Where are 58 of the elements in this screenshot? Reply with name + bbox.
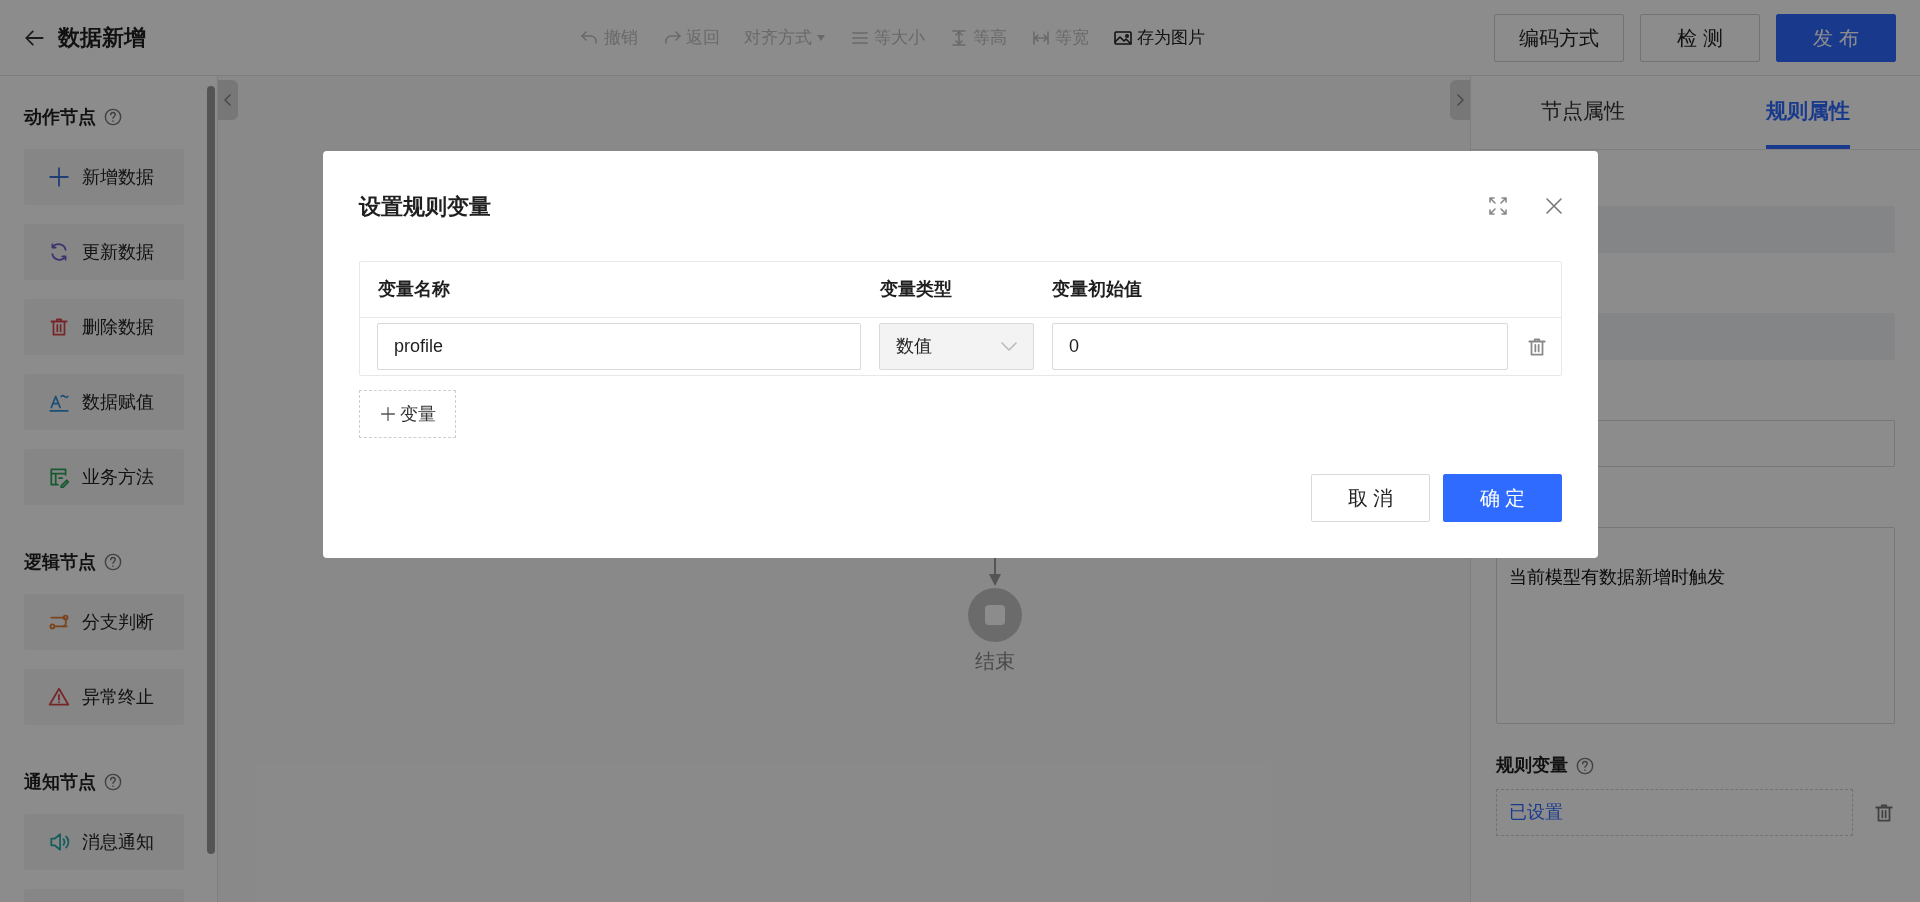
flow-arrow [988, 558, 1002, 588]
collapse-handle[interactable] [218, 80, 238, 120]
node-item[interactable]: 删除数据 [24, 299, 184, 355]
section-title: 动作节点 [24, 105, 96, 129]
close-icon [1544, 196, 1564, 216]
action-button[interactable]: 检 测 [1640, 13, 1760, 62]
maximize-button[interactable] [1488, 196, 1508, 216]
help-icon [104, 553, 122, 571]
equal-height-icon [949, 27, 969, 48]
tab[interactable]: 节点属性 [1471, 76, 1696, 149]
delete-button[interactable] [1526, 335, 1548, 358]
chevron-down-icon [1001, 341, 1017, 352]
page-title: 数据新增 [58, 24, 146, 52]
toolbar-button[interactable]: 存为图片 [1113, 24, 1205, 51]
chevron-left-icon [223, 93, 233, 107]
section-title: 逻辑节点 [24, 550, 96, 574]
plus-icon [48, 166, 70, 188]
end-node-icon[interactable] [968, 588, 1022, 642]
confirm-button[interactable]: 确 定 [1443, 474, 1562, 522]
column-header: 变量初始值 [1052, 278, 1143, 301]
caret-icon [816, 33, 826, 42]
section-title: 通知节点 [24, 770, 96, 794]
trash-icon [1873, 801, 1895, 824]
column-header: 变量类型 [880, 278, 953, 301]
variables-field[interactable]: 已设置 [1496, 789, 1853, 836]
maximize-icon [1488, 196, 1508, 216]
cancel-button[interactable]: 取 消 [1311, 474, 1430, 522]
input-field[interactable]: 0 [1052, 323, 1508, 370]
add-variable-button[interactable]: 变量 [359, 390, 456, 438]
node-item[interactable]: 分支判断 [24, 594, 184, 650]
help-icon [104, 108, 122, 126]
node-item[interactable]: 新增数据 [24, 149, 184, 205]
node-item[interactable]: 更新数据 [24, 224, 184, 280]
publish-button[interactable]: 发 布 [1776, 13, 1896, 62]
plus-icon [379, 406, 396, 422]
close-button[interactable] [1544, 196, 1564, 216]
input-field[interactable]: profile [377, 323, 861, 370]
tab[interactable]: 规则属性 [1695, 76, 1920, 149]
help-icon [104, 773, 122, 791]
warning-icon [48, 686, 70, 708]
column-header: 变量名称 [377, 278, 451, 301]
node-item[interactable]: 业务方法 [24, 449, 184, 505]
node-item[interactable]: 消息通知 [24, 814, 184, 870]
trash-icon [1526, 335, 1548, 358]
dialog-title: 设置规则变量 [359, 192, 491, 221]
delete-button[interactable] [1873, 801, 1895, 824]
chevron-right-icon [1455, 93, 1465, 107]
form-edit-icon [48, 466, 70, 488]
field-label: 规则变量 [1496, 754, 1568, 777]
node-item[interactable]: 异常终止 [24, 669, 184, 725]
collapse-handle[interactable] [1450, 80, 1470, 120]
help-icon [1576, 756, 1594, 775]
node-item[interactable]: 数据赋值 [24, 374, 184, 430]
trash-icon [48, 316, 70, 338]
speaker-icon [48, 831, 70, 853]
node-label: 结束 [975, 649, 1015, 674]
select-field[interactable]: 数值 [879, 323, 1034, 370]
action-button[interactable]: 编码方式 [1494, 13, 1624, 62]
